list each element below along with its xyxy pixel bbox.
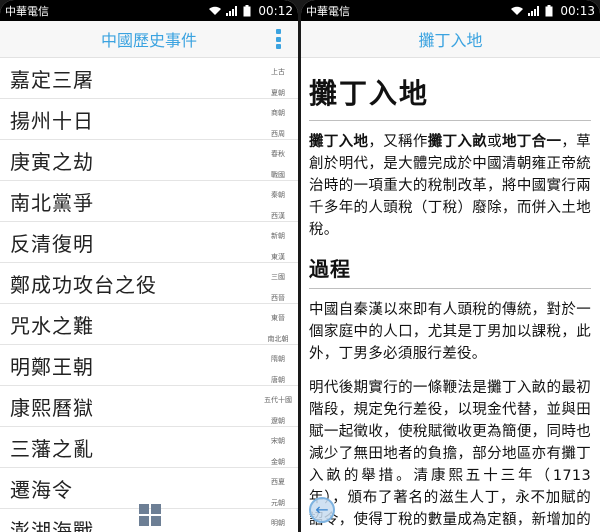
screens: 中華電信 00:12 中國歷史事件 嘉定三屠 揚州十日 庚寅之劫 南北黨爭 反清… [0, 0, 600, 532]
event-list-screen: 中華電信 00:12 中國歷史事件 嘉定三屠 揚州十日 庚寅之劫 南北黨爭 反清… [0, 0, 298, 532]
signal-icon [226, 6, 238, 16]
event-list: 嘉定三屠 揚州十日 庚寅之劫 南北黨爭 反清復明 鄭成功攻台之役 咒水之難 明鄭… [0, 58, 298, 532]
index-item[interactable]: 西晉 [264, 288, 292, 309]
index-item[interactable]: 新朝 [264, 226, 292, 247]
list-item-label: 揚州十日 [10, 108, 94, 133]
index-item[interactable]: 金朝 [264, 452, 292, 473]
paragraph: 明代後期實行的一條鞭法是攤丁入畝的最初階段，規定免行差役，以現金代替，並與田賦一… [309, 380, 591, 528]
list-item[interactable]: 康熙曆獄 [0, 386, 298, 427]
index-item[interactable]: 東漢 [264, 247, 292, 268]
back-button[interactable]: ← [309, 497, 335, 523]
list-item[interactable]: 三藩之亂 [0, 427, 298, 468]
list-item[interactable]: 明鄭王朝 [0, 345, 298, 386]
list-item-label: 庚寅之劫 [10, 149, 94, 174]
app-title: 攤丁入地 [418, 31, 483, 50]
index-item[interactable]: 五代十國 [264, 390, 292, 411]
index-item[interactable]: 元朝 [264, 493, 292, 514]
signal-icon [528, 6, 540, 16]
carrier-name: 中華電信 [5, 4, 49, 18]
index-item[interactable]: 西夏 [264, 472, 292, 493]
list-item-label: 鄭成功攻台之役 [10, 272, 157, 297]
index-item[interactable]: 夏朝 [264, 83, 292, 104]
term-bold: 攤丁入地 [309, 134, 369, 150]
battery-icon [243, 4, 251, 16]
list-item-label: 嘉定三屠 [10, 67, 94, 92]
divider [309, 120, 591, 121]
index-item[interactable]: 唐朝 [264, 370, 292, 391]
index-item[interactable]: 上古 [264, 62, 292, 83]
list-item[interactable]: 南北黨爭 [0, 181, 298, 222]
list-item-label: 明鄭王朝 [10, 354, 94, 379]
list-item-label: 澎湖海戰 [10, 518, 94, 532]
list-item[interactable]: 遷海令 [0, 468, 298, 509]
term-bold: 地丁合一 [501, 134, 562, 150]
grid-menu-icon[interactable] [139, 504, 161, 526]
paragraph: 中國自秦漢以來即有人頭稅的傳統，對於一個家庭中的人口，尤其是丁男加以課稅，此外，… [309, 302, 591, 362]
list-item[interactable]: 咒水之難 [0, 304, 298, 345]
index-item[interactable]: 秦朝 [264, 185, 292, 206]
list-item[interactable]: 反清復明 [0, 222, 298, 263]
article-heading: 攤丁入地 [309, 77, 430, 110]
app-title: 中國歷史事件 [100, 31, 197, 50]
status-time: 00:13 [560, 3, 595, 18]
status-bar: 中華電信 00:12 [0, 0, 298, 21]
index-item[interactable]: 南北朝 [264, 329, 292, 350]
overflow-menu-icon[interactable] [276, 29, 282, 49]
index-item[interactable]: 西漢 [264, 206, 292, 227]
divider [309, 288, 591, 289]
list-item-label: 咒水之難 [10, 313, 94, 338]
list-item-label: 三藩之亂 [10, 436, 94, 461]
list-item[interactable]: 嘉定三屠 [0, 58, 298, 99]
carrier-name: 中華電信 [306, 4, 350, 18]
wifi-icon [511, 6, 524, 15]
list-item-label: 南北黨爭 [10, 190, 94, 215]
index-item[interactable]: 明朝 [264, 513, 292, 532]
arrow-left-icon: ← [315, 500, 329, 519]
index-item[interactable]: 春秋 [264, 144, 292, 165]
index-item[interactable]: 遼朝 [264, 411, 292, 432]
index-item[interactable]: 三國 [264, 267, 292, 288]
list-item[interactable]: 揚州十日 [0, 99, 298, 140]
intro-paragraph: 攤丁入地，又稱作攤丁入畝或地丁合一，草創於明代，是大體完成於中國清朝雍正帝統治時… [309, 134, 591, 238]
term-bold: 攤丁入畝 [427, 134, 488, 150]
list-item-label: 遷海令 [10, 477, 73, 502]
index-item[interactable]: 西周 [264, 124, 292, 145]
article-screen: 中華電信 00:13 攤丁入地 攤丁入地 攤丁入地，又稱作攤丁入畝或地丁合一，草… [301, 0, 600, 532]
status-time: 00:12 [258, 3, 293, 18]
wifi-icon [209, 6, 222, 15]
list-item[interactable]: 鄭成功攻台之役 [0, 263, 298, 304]
status-bar: 中華電信 00:13 [301, 0, 600, 21]
section-heading: 過程 [309, 257, 351, 281]
article-body: 攤丁入地 攤丁入地，又稱作攤丁入畝或地丁合一，草創於明代，是大體完成於中國清朝雍… [301, 58, 600, 532]
app-bar: 攤丁入地 [301, 21, 600, 58]
index-item[interactable]: 宋朝 [264, 431, 292, 452]
list-item-label: 反清復明 [10, 231, 94, 256]
list-item-label: 康熙曆獄 [10, 395, 94, 420]
index-item[interactable]: 戰國 [264, 165, 292, 186]
app-bar: 中國歷史事件 [0, 21, 298, 58]
index-item[interactable]: 隋朝 [264, 349, 292, 370]
list-item[interactable]: 庚寅之劫 [0, 140, 298, 181]
index-item[interactable]: 東晉 [264, 308, 292, 329]
dynasty-index: 上古 夏朝 商朝 西周 春秋 戰國 秦朝 西漢 新朝 東漢 三國 西晉 東晉 南… [264, 62, 292, 532]
index-item[interactable]: 商朝 [264, 103, 292, 124]
battery-icon [545, 4, 553, 16]
